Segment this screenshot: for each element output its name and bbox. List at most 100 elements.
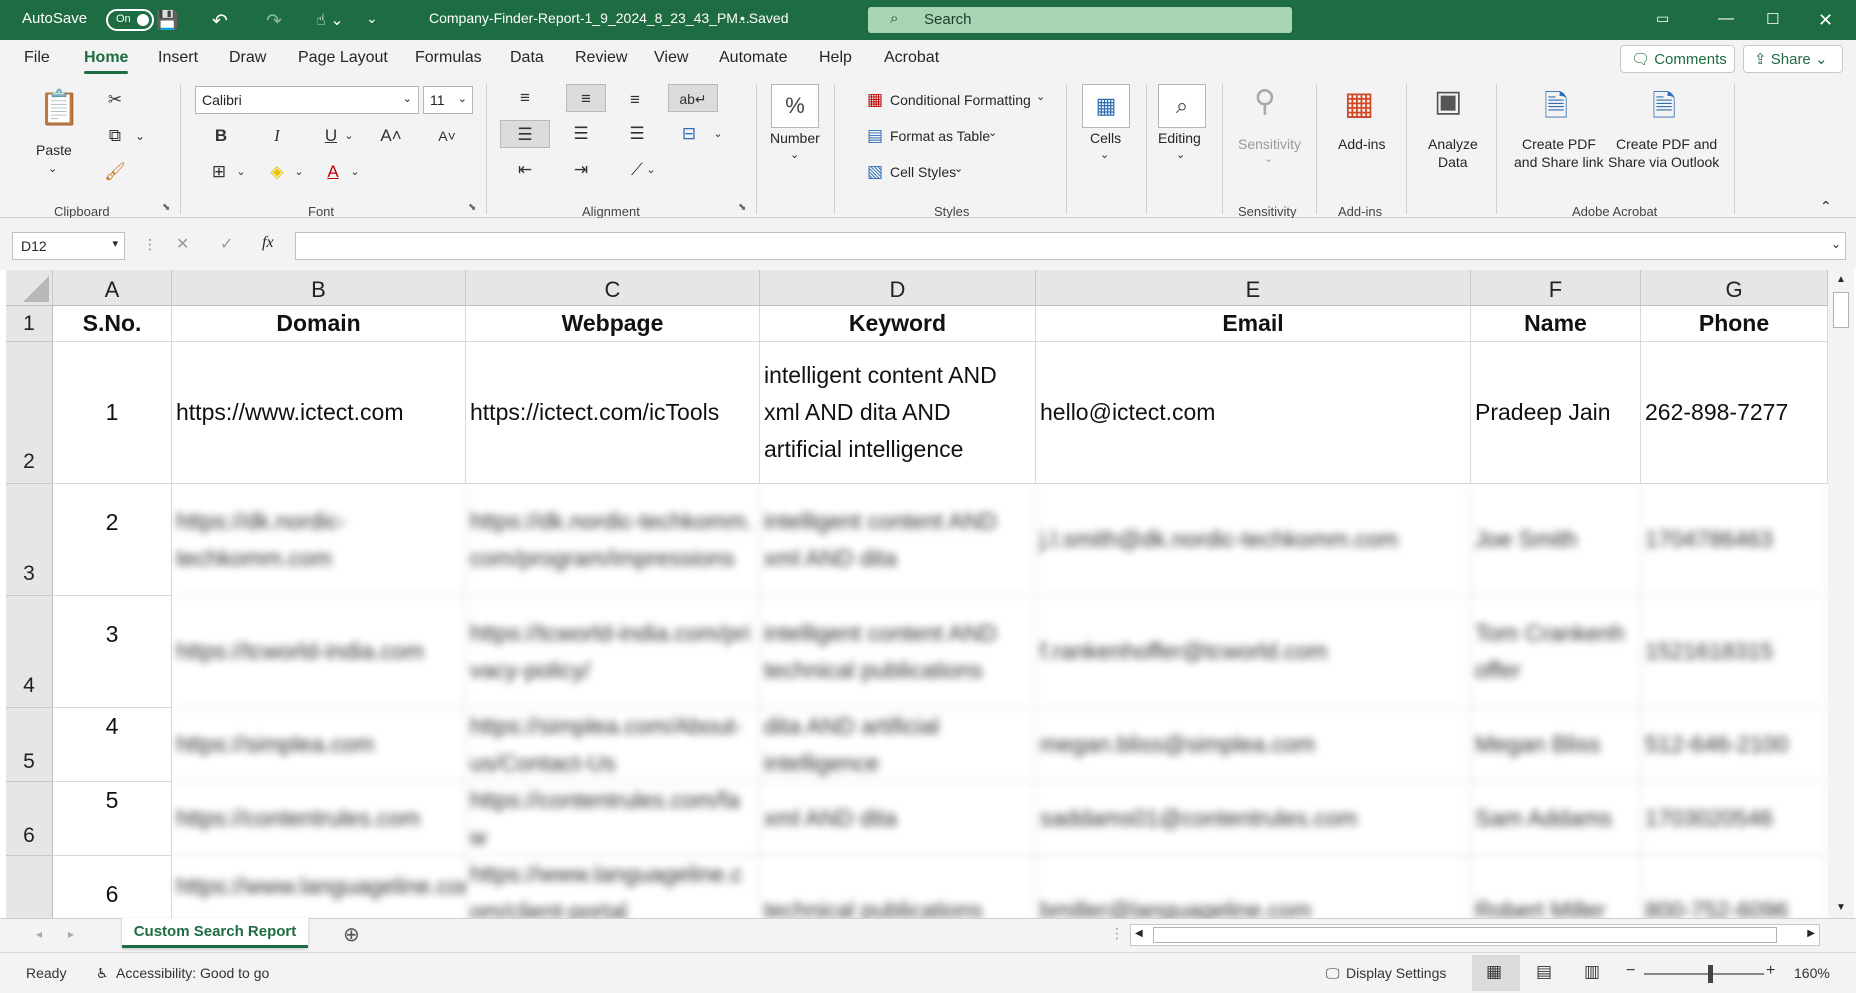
font-color-icon[interactable]: A [318,158,348,186]
font-color-dropdown-icon[interactable]: ⌄ [346,158,364,186]
table-cell[interactable]: https://tcworld-india.com [172,596,466,708]
table-cell[interactable]: 800-752-6096 [1641,856,1828,918]
table-cell[interactable]: 2 [53,484,172,596]
table-cell[interactable]: https://contentrules.com [172,782,466,856]
bold-icon[interactable]: B [206,122,236,150]
align-bottom-icon[interactable]: ≡ [620,86,650,114]
tab-acrobat[interactable]: Acrobat [884,49,939,67]
table-cell[interactable]: https://contentrules.com/faw [466,782,760,856]
table-cell[interactable]: Pradeep Jain [1471,342,1641,484]
close-icon[interactable]: ✕ [1818,10,1833,31]
decrease-indent-icon[interactable]: ⇤ [510,156,540,184]
paste-button[interactable]: Paste [36,142,72,158]
table-cell[interactable]: megan.bliss@simplea.com [1036,708,1471,782]
table-cell[interactable]: Sam Addams [1471,782,1641,856]
cells-button[interactable]: Cells [1090,130,1121,146]
table-cell[interactable]: https://simplea.com [172,708,466,782]
column-header-e[interactable]: E [1036,270,1471,306]
tab-home[interactable]: Home [84,49,129,74]
decrease-font-icon[interactable]: A˅ [432,122,462,150]
tab-help[interactable]: Help [819,49,852,67]
header-cell-phone[interactable]: Phone [1641,306,1828,342]
add-sheet-icon[interactable]: ⊕ [343,922,360,947]
table-cell[interactable]: 262-898-7277 [1641,342,1828,484]
format-as-table-icon[interactable]: ▤ [860,122,890,150]
create-pdf-outlook-label-1[interactable]: Create PDF and [1616,136,1717,152]
pdf-outlook-icon[interactable]: 🗎 [1652,84,1676,135]
column-header-g[interactable]: G [1641,270,1828,306]
conditional-formatting-button[interactable]: Conditional Formatting [890,92,1031,108]
tab-page-layout[interactable]: Page Layout [298,49,388,67]
page-break-view-icon[interactable]: ▥ [1584,962,1600,982]
table-cell[interactable]: saddams01@contentrules.com [1036,782,1471,856]
saved-status[interactable]: • Saved [740,10,789,26]
increase-indent-icon[interactable]: ⇥ [566,156,596,184]
table-cell[interactable]: 6 [53,856,172,918]
header-cell-name[interactable]: Name [1471,306,1641,342]
row-header[interactable]: 1 [6,306,53,342]
tab-automate[interactable]: Automate [719,49,787,67]
page-layout-view-icon[interactable]: ▤ [1536,962,1552,982]
tab-splitter-icon[interactable]: ⋮ [1110,925,1124,942]
tab-file[interactable]: File [24,49,50,67]
header-cell-sno[interactable]: S.No. [53,306,172,342]
normal-view-icon[interactable]: ▦ [1486,962,1502,982]
orientation-dropdown-icon[interactable]: ⌄ [642,156,660,184]
table-cell[interactable]: intelligent content AND xml AND dita AND… [760,342,1036,484]
horizontal-scrollbar[interactable]: ◀ ▶ [1130,924,1820,946]
tab-insert[interactable]: Insert [158,49,198,67]
search-box[interactable]: ⌕ Search [868,7,1292,33]
cells-dropdown-icon[interactable]: ⌄ [1100,148,1109,161]
cut-icon[interactable]: ✂ [100,86,130,114]
paste-icon[interactable]: 📋 [38,88,80,128]
vertical-scroll-thumb[interactable] [1833,292,1849,328]
share-button[interactable]: ⇪ Share ⌄ [1743,45,1843,73]
zoom-slider-thumb[interactable] [1708,965,1713,983]
scroll-down-icon[interactable]: ▼ [1836,902,1846,913]
touch-mode-icon[interactable]: ☝ ⌄ [316,10,344,30]
table-cell[interactable]: https://www.ictect.com [172,342,466,484]
editing-button[interactable]: Editing [1158,130,1201,146]
format-painter-icon[interactable]: 🖌 [100,158,130,186]
tab-formulas[interactable]: Formulas [415,49,482,67]
minimize-icon[interactable]: — [1718,10,1734,28]
editing-dropdown-icon[interactable]: ⌄ [1176,148,1185,161]
table-cell[interactable]: https://www.languageline.com/client-port… [466,856,760,918]
display-settings-button[interactable]: Display Settings [1346,965,1446,981]
header-cell-keyword[interactable]: Keyword [760,306,1036,342]
table-cell[interactable]: technical publications [760,856,1036,918]
percent-icon[interactable]: % [771,84,819,128]
tab-data[interactable]: Data [510,49,544,67]
font-launcher-icon[interactable]: ⬊ [468,202,476,213]
header-cell-webpage[interactable]: Webpage [466,306,760,342]
sensitivity-button[interactable]: Sensitivity [1238,136,1301,152]
scroll-left-icon[interactable]: ◀ [1135,928,1143,939]
name-box[interactable]: D12 ▾ [12,232,125,260]
cell-styles-button[interactable]: Cell Styles [890,164,956,180]
accessibility-icon[interactable]: ♿ [96,965,109,982]
collapse-ribbon-icon[interactable]: ⌃ [1820,198,1832,215]
maximize-icon[interactable]: ☐ [1766,10,1779,28]
column-header-d[interactable]: D [760,270,1036,306]
save-icon[interactable]: 💾 [156,10,178,31]
next-sheet-icon[interactable]: ▸ [68,927,74,941]
accessibility-status[interactable]: Accessibility: Good to go [116,965,269,981]
row-header[interactable]: 3 [6,484,53,596]
row-header[interactable]: 2 [6,342,53,484]
clipboard-launcher-icon[interactable]: ⬊ [162,202,170,213]
table-cell[interactable]: 1 [53,342,172,484]
editing-search-icon[interactable]: ⌕ [1158,84,1206,128]
table-cell[interactable]: 5 [53,782,172,856]
table-cell[interactable]: bmiller@languageline.com [1036,856,1471,918]
column-header-a[interactable]: A [53,270,172,306]
table-cell[interactable]: 4 [53,708,172,782]
table-cell[interactable]: 512-646-2100 [1641,708,1828,782]
align-middle-icon[interactable]: ≡ [566,84,606,112]
column-header-c[interactable]: C [466,270,760,306]
align-left-icon[interactable]: ☰ [500,120,550,148]
table-cell[interactable]: 1704786463 [1641,484,1828,596]
table-cell[interactable]: https://dk.nordic-techkomm.com [172,484,466,596]
copy-icon[interactable]: ⧉ [100,122,130,150]
formula-input[interactable]: ⌄ [295,232,1846,260]
table-cell[interactable]: intelligent content AND xml AND dita [760,484,1036,596]
